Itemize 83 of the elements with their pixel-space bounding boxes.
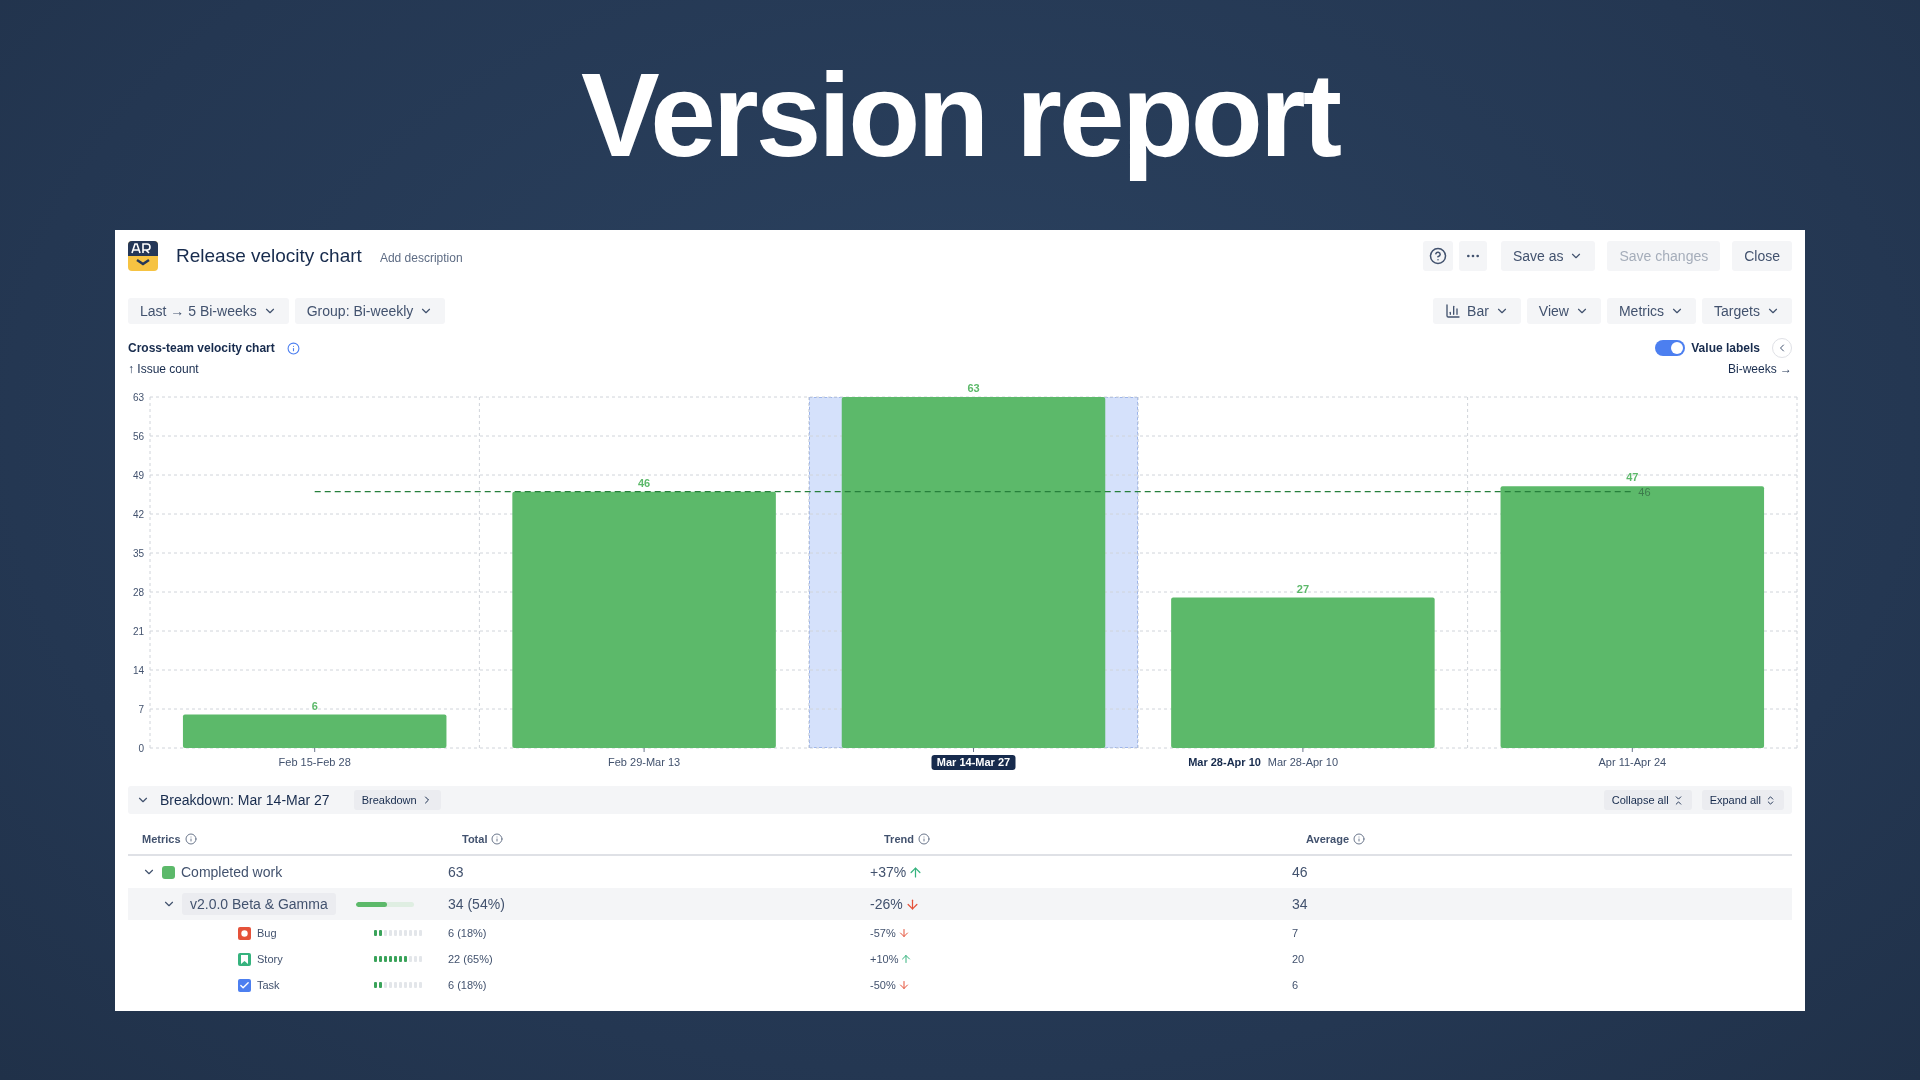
y-tick-label: 49 xyxy=(132,470,144,481)
x-tick-label: Mar 28-Apr 10 xyxy=(1267,756,1339,768)
chart-title: Cross-team velocity chart xyxy=(128,341,275,355)
y-tick-label: 42 xyxy=(132,509,144,520)
toggle-label: Value labels xyxy=(1691,341,1760,355)
breakdown-button[interactable]: Breakdown xyxy=(353,790,441,810)
metric-name: Story xyxy=(257,953,283,965)
x-tick-label: Mar 14-Mar 27 xyxy=(936,756,1011,768)
more-button[interactable] xyxy=(1458,241,1487,271)
column-header: Trend xyxy=(884,833,1306,845)
info-icon[interactable] xyxy=(184,833,197,845)
total-cell-text: 22 (65%) xyxy=(448,953,494,965)
bar-value-label: 27 xyxy=(1296,582,1310,595)
y-tick-label: 63 xyxy=(132,392,144,403)
toolbar-dropdown[interactable]: Metrics xyxy=(1606,298,1697,324)
y-tick-label: 0 xyxy=(138,743,144,754)
column-header: Metrics xyxy=(142,833,462,845)
y-tick-label: 28 xyxy=(132,587,144,598)
y-tick-label: 56 xyxy=(132,431,144,442)
metric-name: Bug xyxy=(257,927,277,939)
x-tick-label: Feb 29-Mar 13 xyxy=(608,756,681,768)
bar[interactable] xyxy=(182,714,447,748)
filter-dropdown[interactable]: Group: Bi-weekly xyxy=(294,298,446,324)
selected-x-label: Mar 14-Mar 27 xyxy=(931,755,1016,770)
bar-value-label: 46 xyxy=(637,476,651,489)
average-cell-text: 7 xyxy=(1292,927,1300,939)
action-button[interactable]: Close xyxy=(1732,241,1792,271)
trend-cell: +37% xyxy=(870,864,1292,880)
info-icon[interactable] xyxy=(491,833,504,845)
version-name: v2.0.0 Beta & Gamma xyxy=(182,893,336,915)
bar-value-label: 63 xyxy=(967,382,980,394)
trend-cell: -50% xyxy=(870,979,1292,991)
bar-chart-icon xyxy=(1445,303,1462,319)
help-button[interactable] xyxy=(1422,241,1453,271)
trend-cell: +10% xyxy=(870,953,1292,965)
breakdown-title: Breakdown: Mar 14-Mar 27 xyxy=(160,792,330,808)
trend-cell: -26% xyxy=(870,896,1292,912)
average-value-label: 46 xyxy=(1638,485,1651,498)
average-cell-text: 34 xyxy=(1292,896,1309,912)
toolbar-dropdown[interactable]: Bar xyxy=(1433,298,1521,324)
collapse-all-button[interactable]: Collapse all xyxy=(1603,790,1692,810)
info-icon[interactable] xyxy=(286,341,300,355)
average-cell-text: 46 xyxy=(1292,864,1309,880)
average-cell-text: 20 xyxy=(1292,953,1306,965)
y-tick-label: 35 xyxy=(132,548,144,559)
y-tick-label: 21 xyxy=(132,626,144,637)
report-title: Release velocity chart xyxy=(176,245,362,267)
y-tick-label: 14 xyxy=(132,665,144,676)
average-cell-text: 6 xyxy=(1292,979,1300,991)
toolbar-dropdown[interactable]: Targets xyxy=(1702,298,1792,324)
metric-name: Task xyxy=(257,979,280,991)
x-tick-label: Apr 11-Apr 24 xyxy=(1598,756,1667,768)
metric-name: Completed work xyxy=(181,864,283,880)
total-cell-text: 34 (54%) xyxy=(448,896,506,912)
total-cell-text: 6 (18%) xyxy=(448,927,488,939)
info-icon[interactable] xyxy=(1353,833,1365,845)
filter-dropdown[interactable]: Last → 5 Bi-weeks xyxy=(128,298,289,324)
info-icon[interactable] xyxy=(917,833,930,845)
total-cell-text: 6 (18%) xyxy=(448,979,488,991)
page-headline: Version report xyxy=(581,48,1339,183)
trend-cell: -57% xyxy=(870,927,1292,939)
expand-icon xyxy=(1765,794,1776,806)
checkbox-icon xyxy=(238,978,251,992)
bookmark-icon xyxy=(238,952,251,966)
value-labels-toggle[interactable] xyxy=(1655,340,1686,356)
help-icon xyxy=(1428,247,1447,265)
app-logo xyxy=(128,241,158,271)
y-tick-label: 7 xyxy=(138,704,144,715)
bar-value-label: 6 xyxy=(311,699,318,712)
x-tick-label: Feb 15-Feb 28 xyxy=(278,756,351,768)
add-description-link[interactable]: Add description xyxy=(379,251,463,265)
toolbar-dropdown[interactable]: View xyxy=(1526,298,1601,324)
x-axis-title: Bi-weeks → xyxy=(1728,362,1792,376)
column-header: Total xyxy=(462,833,884,845)
hover-x-label: Mar 28-Apr 10 xyxy=(1188,756,1261,768)
bug-icon xyxy=(238,926,251,940)
action-button[interactable]: Save as xyxy=(1500,241,1596,271)
bar-value-label: 47 xyxy=(1626,471,1639,484)
y-axis-title: ↑ Issue count xyxy=(128,362,199,376)
column-header: Average xyxy=(1306,833,1792,845)
expand-all-button[interactable]: Expand all xyxy=(1701,790,1784,810)
collapse-panel-button[interactable] xyxy=(1772,338,1792,358)
total-cell-text: 63 xyxy=(448,864,465,880)
